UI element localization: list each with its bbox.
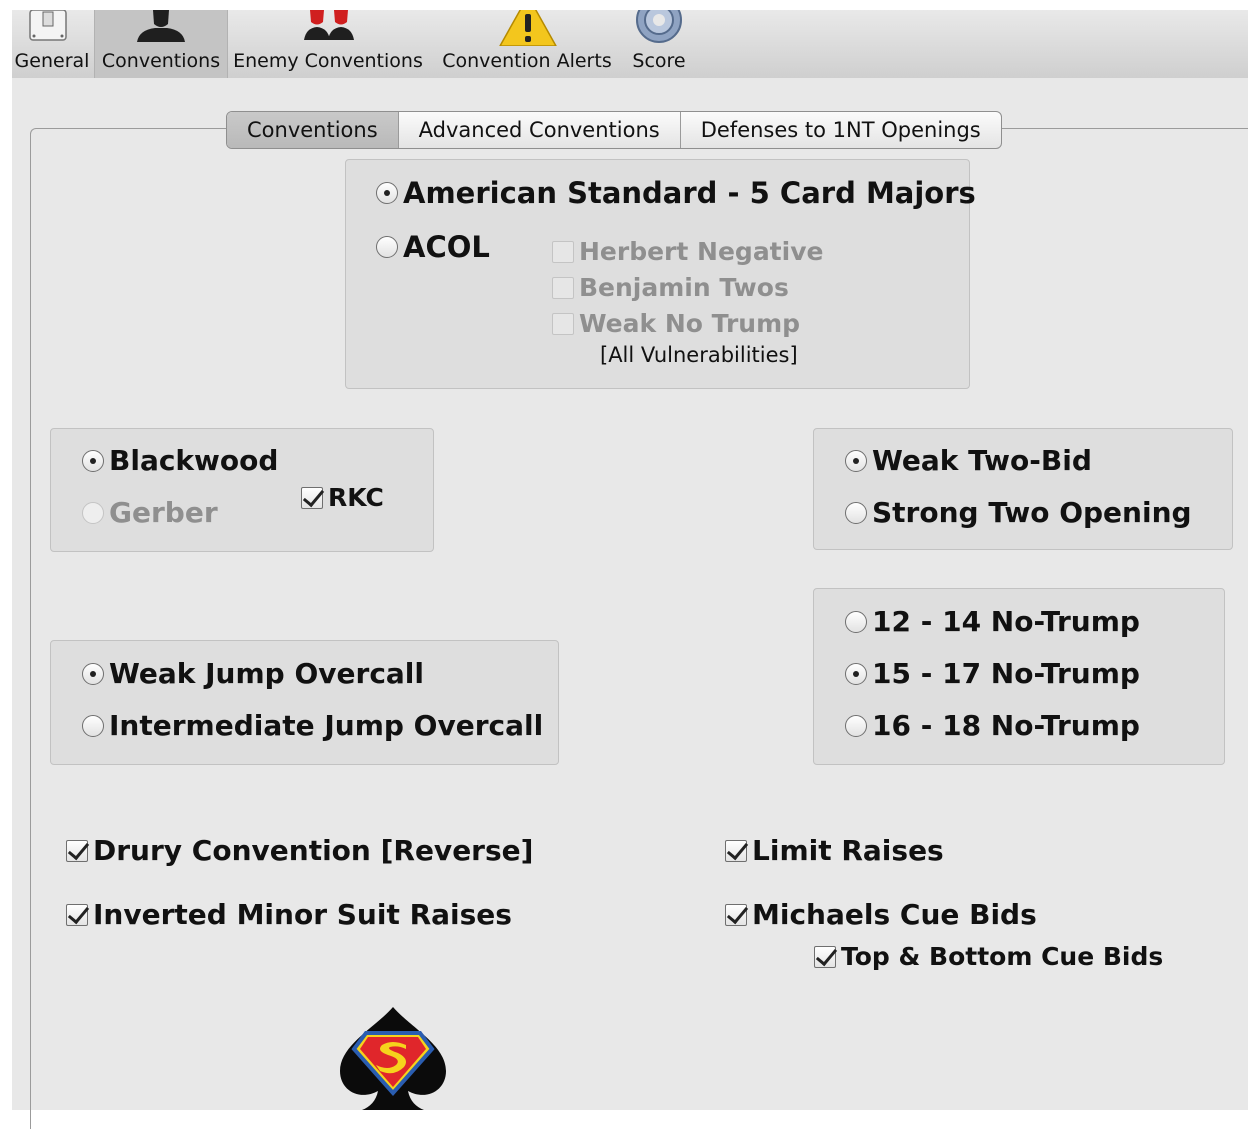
toolbar-item-score[interactable]: Score — [626, 10, 692, 78]
benjamin-twos-label: Benjamin Twos — [579, 273, 789, 302]
strong-two-opening-radio[interactable]: Strong Two Opening — [845, 496, 1192, 529]
notrump-label: 12 - 14 No-Trump — [872, 605, 1140, 638]
rkc-checkbox[interactable]: RKC — [301, 483, 384, 512]
american-standard-radio[interactable]: American Standard - 5 Card Majors — [376, 176, 976, 210]
warning-icon — [499, 10, 557, 46]
acol-radio[interactable]: ACOL — [376, 230, 490, 264]
checkbox[interactable] — [552, 240, 574, 263]
weak-jump-overcall-label: Weak Jump Overcall — [109, 657, 424, 690]
tab-advanced-conventions[interactable]: Advanced Conventions — [399, 112, 681, 148]
radio-button[interactable] — [845, 714, 867, 737]
checkbox[interactable] — [725, 839, 747, 862]
toolbar-label: Score — [632, 50, 686, 72]
weak-two-bid-radio[interactable]: Weak Two-Bid — [845, 444, 1092, 477]
radio-button[interactable] — [82, 714, 104, 737]
checkbox[interactable] — [301, 486, 323, 509]
toolbar-item-conventions[interactable]: Conventions — [94, 10, 228, 78]
weak-jump-overcall-radio[interactable]: Weak Jump Overcall — [82, 657, 424, 690]
vulnerability-note: [All Vulnerabilities] — [600, 343, 798, 367]
michaels-cue-bids-label: Michaels Cue Bids — [752, 898, 1037, 931]
gerber-label: Gerber — [109, 496, 218, 529]
gear-icon — [636, 10, 682, 43]
weak-two-bid-label: Weak Two-Bid — [872, 444, 1092, 477]
intermediate-jump-overcall-label: Intermediate Jump Overcall — [109, 709, 544, 742]
intermediate-jump-overcall-radio[interactable]: Intermediate Jump Overcall — [82, 709, 543, 742]
checkbox[interactable] — [66, 839, 88, 862]
checkbox[interactable] — [66, 903, 88, 926]
convention-tabs: Conventions Advanced Conventions Defense… — [226, 111, 1002, 149]
inverted-minor-label: Inverted Minor Suit Raises — [93, 898, 512, 931]
checkbox[interactable] — [552, 312, 574, 335]
toolbar-item-convention-alerts[interactable]: Convention Alerts — [434, 10, 620, 78]
herbert-negative-label: Herbert Negative — [579, 237, 824, 266]
radio-button[interactable] — [845, 662, 867, 685]
notrump-15-17-radio[interactable]: 15 - 17 No-Trump — [845, 657, 1140, 690]
radio-button[interactable] — [845, 610, 867, 633]
toolbar-item-enemy-conventions[interactable]: Enemy Conventions — [228, 10, 428, 78]
michaels-cue-bids-checkbox[interactable]: Michaels Cue Bids — [725, 898, 1037, 931]
notrump-16-18-radio[interactable]: 16 - 18 No-Trump — [845, 709, 1140, 742]
notrump-label: 16 - 18 No-Trump — [872, 709, 1140, 742]
red-people-icon — [304, 10, 354, 40]
toolbar-label: Convention Alerts — [442, 50, 612, 72]
preferences-toolbar: General Conventions Enemy Conventions Co… — [12, 10, 1248, 79]
blackwood-radio[interactable]: Blackwood — [82, 444, 278, 477]
strong-two-opening-label: Strong Two Opening — [872, 496, 1192, 529]
notrump-12-14-radio[interactable]: 12 - 14 No-Trump — [845, 605, 1140, 638]
radio-button[interactable] — [82, 449, 104, 472]
spade-superman-logo-icon — [340, 1007, 446, 1110]
checkbox[interactable] — [725, 903, 747, 926]
toolbar-label: Conventions — [101, 50, 221, 72]
radio-button[interactable] — [82, 501, 104, 524]
tab-conventions[interactable]: Conventions — [227, 112, 399, 148]
toolbar-item-general[interactable]: General — [12, 10, 92, 78]
radio-button[interactable] — [845, 449, 867, 472]
toolbar-label: General — [14, 50, 90, 72]
radio-button[interactable] — [376, 236, 398, 258]
gerber-radio[interactable]: Gerber — [82, 496, 218, 529]
notrump-label: 15 - 17 No-Trump — [872, 657, 1140, 690]
radio-button[interactable] — [376, 182, 398, 204]
american-standard-label: American Standard - 5 Card Majors — [403, 176, 976, 210]
rkc-label: RKC — [328, 483, 384, 512]
weak-no-trump-checkbox[interactable]: Weak No Trump — [552, 309, 800, 338]
weak-no-trump-label: Weak No Trump — [579, 309, 801, 338]
benjamin-twos-checkbox[interactable]: Benjamin Twos — [552, 273, 789, 302]
person-silhouette-icon — [137, 10, 185, 42]
toolbar-label: Enemy Conventions — [233, 50, 423, 72]
checkbox[interactable] — [814, 945, 836, 968]
drury-convention-label: Drury Convention [Reverse] — [93, 834, 534, 867]
radio-button[interactable] — [82, 662, 104, 685]
switch-icon — [29, 10, 67, 41]
blackwood-label: Blackwood — [109, 444, 279, 477]
radio-button[interactable] — [845, 501, 867, 524]
acol-label: ACOL — [403, 230, 490, 264]
drury-convention-checkbox[interactable]: Drury Convention [Reverse] — [66, 834, 533, 867]
checkbox[interactable] — [552, 276, 574, 299]
inverted-minor-checkbox[interactable]: Inverted Minor Suit Raises — [66, 898, 512, 931]
limit-raises-label: Limit Raises — [752, 834, 944, 867]
top-bottom-cue-bids-checkbox[interactable]: Top & Bottom Cue Bids — [814, 942, 1163, 971]
top-bottom-cue-bids-label: Top & Bottom Cue Bids — [841, 942, 1164, 971]
herbert-negative-checkbox[interactable]: Herbert Negative — [552, 237, 823, 266]
tab-defenses-to-1nt[interactable]: Defenses to 1NT Openings — [681, 112, 1001, 148]
limit-raises-checkbox[interactable]: Limit Raises — [725, 834, 944, 867]
